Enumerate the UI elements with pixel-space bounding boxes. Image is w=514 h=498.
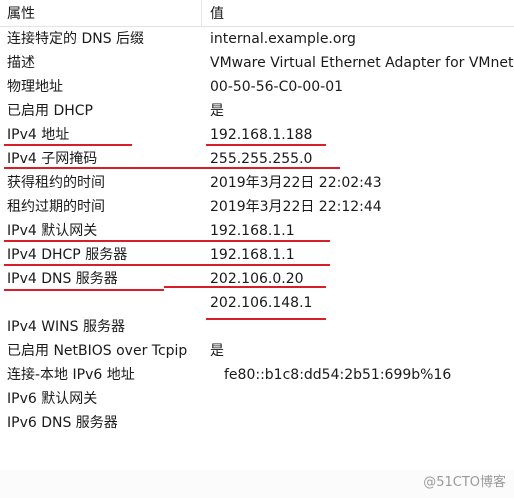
details-row-netbios-enabled[interactable]: 已启用 NetBIOS over Tcpip 是: [0, 339, 514, 363]
property-value: internal.example.org: [210, 31, 356, 47]
property-value: 是: [210, 103, 224, 119]
property-label: IPv6 DNS 服务器: [7, 415, 118, 431]
property-label: 已启用 DHCP: [7, 103, 93, 119]
details-row-ipv4-dns-server-secondary[interactable]: 202.106.148.1: [0, 291, 514, 315]
column-divider[interactable]: [201, 0, 202, 26]
watermark: @51CTO博客: [423, 475, 506, 490]
property-label: 获得租约的时间: [7, 175, 105, 191]
property-value: fe80::b1c8:dd54:2b51:699b%16: [224, 367, 452, 383]
details-row-ipv6-default-gateway[interactable]: IPv6 默认网关: [0, 387, 514, 411]
property-value: 2019年3月22日 22:12:44: [210, 199, 382, 215]
property-value: VMware Virtual Ethernet Adapter for VMne…: [210, 55, 514, 71]
details-row-link-local-ipv6[interactable]: 连接-本地 IPv6 地址 fe80::b1c8:dd54:2b51:699b%…: [0, 363, 514, 387]
property-label: IPv4 WINS 服务器: [7, 319, 125, 335]
property-value: 是: [210, 343, 224, 359]
property-value: 202.106.148.1: [210, 295, 313, 311]
property-value: 00-50-56-C0-00-01: [210, 79, 344, 95]
details-row-description[interactable]: 描述 VMware Virtual Ethernet Adapter for V…: [0, 51, 514, 75]
property-value: 2019年3月22日 22:02:43: [210, 175, 382, 191]
property-label: 描述: [7, 55, 35, 71]
property-label: 已启用 NetBIOS over Tcpip: [7, 343, 188, 359]
details-list-header: 属性 值: [0, 0, 514, 27]
property-label: IPv4 DNS 服务器: [7, 271, 118, 287]
network-connection-details-panel: 属性 值 连接特定的 DNS 后缀 internal.example.org 描…: [0, 0, 514, 498]
annotation-underline-dns-server-value: [164, 286, 326, 288]
annotation-underline-dns-server-secondary: [206, 318, 326, 320]
annotation-underline-default-gateway: [4, 240, 330, 242]
annotation-underline-dns-server-label: [4, 289, 164, 291]
annotation-underline-dhcp-server: [4, 264, 330, 266]
annotation-underline-ipv4-address-label: [4, 144, 132, 146]
details-row-dhcp-enabled[interactable]: 已启用 DHCP 是: [0, 99, 514, 123]
annotation-underline-ipv4-address-value: [206, 144, 326, 146]
property-label: 物理地址: [7, 79, 63, 95]
property-label: 连接特定的 DNS 后缀: [7, 31, 145, 47]
property-label: 连接-本地 IPv6 地址: [7, 367, 135, 383]
column-header-property[interactable]: 属性: [7, 4, 35, 24]
details-row-ipv6-dns-server[interactable]: IPv6 DNS 服务器: [0, 411, 514, 435]
details-row-lease-obtained[interactable]: 获得租约的时间 2019年3月22日 22:02:43: [0, 171, 514, 195]
property-label: IPv6 默认网关: [7, 391, 98, 407]
details-row-physical-address[interactable]: 物理地址 00-50-56-C0-00-01: [0, 75, 514, 99]
details-row-dns-suffix[interactable]: 连接特定的 DNS 后缀 internal.example.org: [0, 27, 514, 51]
annotation-underline-subnet-mask: [4, 167, 340, 169]
column-header-value[interactable]: 值: [210, 4, 224, 24]
property-label: 租约过期的时间: [7, 199, 105, 215]
details-row-lease-expires[interactable]: 租约过期的时间 2019年3月22日 22:12:44: [0, 195, 514, 219]
